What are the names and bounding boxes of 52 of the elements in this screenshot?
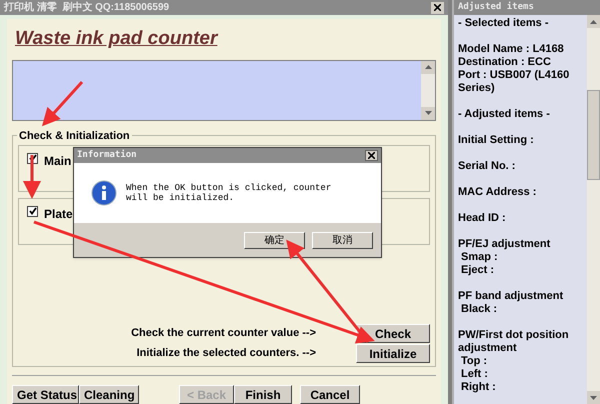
info-icon [91,180,117,206]
panel-item: PW/First dot position adjustment [458,329,570,355]
scroll-down-button[interactable] [421,106,435,120]
checkbox[interactable] [27,206,38,216]
panel-item: Serial No. : [458,160,516,173]
panel-subitem: Eject : [460,264,496,277]
initialize-button[interactable]: Initialize [356,344,430,362]
counter-label: Plate [44,206,73,222]
action-description: Initialize the selected counters. --> [136,346,316,361]
scroll-down-icon [424,111,432,115]
panel-item: Head ID : [458,212,507,225]
scroll-down-icon [590,396,597,400]
close-icon [434,4,441,11]
panel-item: - Selected items - [458,17,550,30]
scroll-down-button[interactable] [587,391,600,404]
footer-button[interactable]: Cancel [300,384,360,404]
panel-subitem: Destination : ECC [458,56,552,69]
page-heading: Waste ink pad counter [14,28,218,49]
window-title: 打印机 清零 刷中文 QQ:1185006599 [4,0,170,15]
panel-item: PF/EJ adjustment [458,238,552,251]
panel-subitem: Top : [460,355,488,368]
panel-title: Adjusted items [458,0,534,14]
scroll-up-button[interactable] [421,60,435,74]
panel-subitem: Black : [460,303,498,316]
check-icon [28,207,36,215]
panel-subitem: Smap : [460,251,499,264]
close-icon [368,152,375,159]
close-button[interactable] [431,2,444,14]
scroll-up-icon [424,65,432,69]
panel-item: MAC Address : [458,186,538,199]
check-icon [28,154,36,162]
panel-item: - Adjusted items - [458,108,551,121]
footer-button[interactable]: Finish [234,384,292,404]
dialog-message: When the OK button is clicked, counter will be initialized. [126,183,332,203]
annotation-arrow [42,81,84,126]
dialog-button[interactable]: 取消 [312,232,373,248]
counter-label: Main [44,152,72,170]
panel-subitem: Right : [460,381,497,394]
scroll-up-button[interactable] [587,15,600,28]
dialog-title: Information [77,148,137,162]
annotation-arrow [23,155,41,199]
action-description: Check the current counter value --> [131,326,316,341]
panel-subitem: Model Name : L4168 [458,43,565,56]
scroll-up-icon [590,20,597,24]
close-button[interactable] [365,150,378,161]
dialog-button[interactable]: 确定 [244,232,305,248]
panel-subitem: Left : [460,368,489,381]
panel-subitem: Port : USB007 (L4160 Series) [458,69,570,95]
footer-button[interactable]: Get Status [12,384,79,404]
panel-item: Initial Setting : [458,134,535,147]
footer-button[interactable]: Cleaning [79,384,139,404]
panel-item: PF band adjustment [458,290,564,303]
